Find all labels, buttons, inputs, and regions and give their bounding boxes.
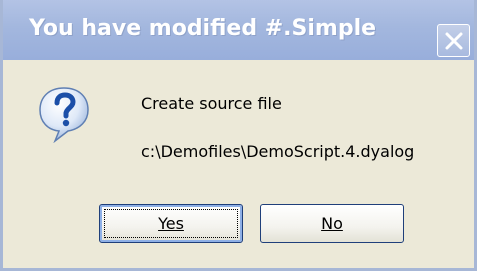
title-bar[interactable]: You have modified #.Simple <box>3 0 474 60</box>
dialog-body: Create source file c:\Demofiles\DemoScri… <box>3 60 474 268</box>
no-button-label: No <box>321 214 343 233</box>
dialog-window: You have modified #.Simple Create source… <box>0 0 477 271</box>
yes-button[interactable]: Yes <box>99 204 243 243</box>
question-icon <box>39 87 89 143</box>
message-text: Create source file <box>141 94 282 113</box>
yes-button-label: Yes <box>158 214 184 233</box>
close-button[interactable] <box>437 24 470 57</box>
file-path-text: c:\Demofiles\DemoScript.4.dyalog <box>141 142 415 161</box>
window-title: You have modified #.Simple <box>29 16 377 41</box>
close-icon <box>445 32 463 50</box>
no-button[interactable]: No <box>260 204 404 243</box>
